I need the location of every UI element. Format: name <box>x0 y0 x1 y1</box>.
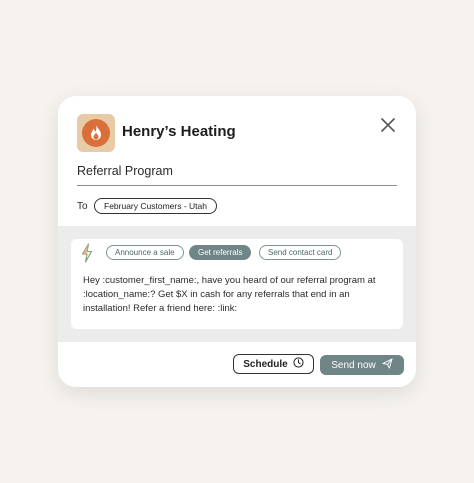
modal-header: Henry’s Heating Referral Program To Febr… <box>58 96 416 236</box>
schedule-button[interactable]: Schedule <box>233 354 314 374</box>
message-text[interactable]: Hey :customer_first_name:, have you hear… <box>83 274 393 316</box>
subject-input[interactable]: Referral Program <box>77 164 173 178</box>
suggestion-get-referrals[interactable]: Get referrals <box>189 245 252 260</box>
close-icon[interactable] <box>378 115 398 135</box>
send-now-button[interactable]: Send now <box>320 355 404 375</box>
flame-icon <box>82 119 110 147</box>
modal-footer: Schedule Send now <box>58 342 416 387</box>
schedule-label: Schedule <box>243 358 288 370</box>
clock-icon <box>293 357 304 371</box>
suggestion-announce-sale[interactable]: Announce a sale <box>106 245 184 260</box>
business-logo <box>77 114 115 152</box>
message-editor[interactable]: Announce a sale Get referrals Send conta… <box>71 239 403 329</box>
recipient-chip[interactable]: February Customers - Utah <box>94 198 217 214</box>
paper-plane-icon <box>382 358 393 372</box>
suggestion-send-contact-card[interactable]: Send contact card <box>259 245 342 260</box>
subject-underline <box>77 185 397 186</box>
to-label: To <box>77 201 88 212</box>
compose-modal: Henry’s Heating Referral Program To Febr… <box>58 96 416 387</box>
lightning-bolt-icon <box>80 243 94 263</box>
business-name: Henry’s Heating <box>122 123 236 140</box>
send-now-label: Send now <box>331 359 376 371</box>
